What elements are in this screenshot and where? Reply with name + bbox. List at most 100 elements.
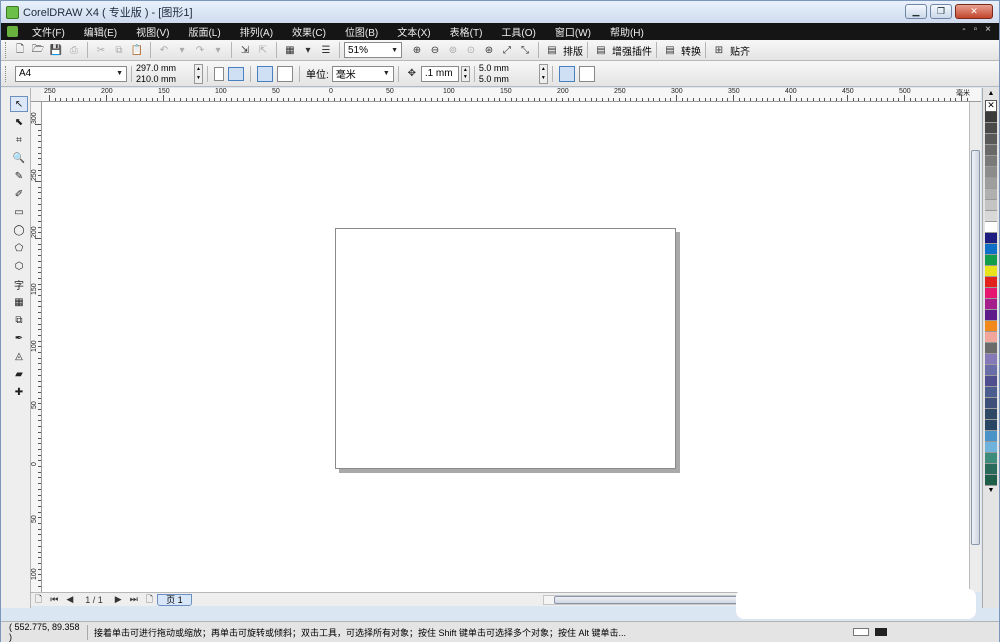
new-file-icon[interactable]: 🗋 [12, 42, 28, 58]
first-page-icon[interactable]: ⏮ [50, 594, 58, 605]
convert-plugin-label[interactable]: 转换 [681, 43, 701, 58]
color-swatch[interactable] [985, 332, 997, 343]
color-swatch[interactable] [985, 211, 997, 222]
ellipse-icon[interactable]: ◯ [10, 222, 28, 238]
import-icon[interactable]: ⇲ [237, 42, 253, 58]
duplicate-y-field[interactable]: 5.0 mm [479, 74, 509, 85]
print-icon[interactable]: ⎙ [66, 42, 82, 58]
close-button[interactable]: ✕ [955, 4, 993, 19]
color-swatch[interactable] [985, 420, 997, 431]
vertical-ruler[interactable]: 300 250 200 150 100 50 0 50 100 [31, 102, 42, 592]
outline-icon[interactable]: ◬ [10, 348, 28, 364]
palette-scroll-down-icon[interactable]: ▼ [983, 486, 999, 496]
color-swatch[interactable] [985, 156, 997, 167]
color-swatch[interactable] [985, 299, 997, 310]
interactive-fill-icon[interactable]: ✚ [10, 384, 28, 400]
enhance-plugin-label[interactable]: 增强插件 [612, 43, 652, 58]
enhance-plugin-icon[interactable]: ▤ [593, 42, 609, 58]
color-swatch[interactable] [985, 112, 997, 123]
smart-fill-icon[interactable]: ✐ [10, 186, 28, 202]
basic-shapes-icon[interactable]: ⬡ [10, 258, 28, 274]
snap-plugin-icon[interactable]: ⊞ [711, 42, 727, 58]
color-swatch[interactable] [985, 277, 997, 288]
color-swatch[interactable] [985, 178, 997, 189]
minimize-button[interactable]: ▁ [905, 4, 927, 19]
copy-icon[interactable]: ⧉ [111, 42, 127, 58]
color-swatch[interactable] [985, 343, 997, 354]
color-swatch[interactable] [985, 222, 997, 233]
color-swatch[interactable] [985, 167, 997, 178]
next-page-icon[interactable]: ▶ [115, 594, 122, 605]
color-swatch[interactable] [985, 321, 997, 332]
blend-icon[interactable]: ⧉ [10, 312, 28, 328]
undo-icon[interactable]: ↶ [156, 42, 172, 58]
crop-icon[interactable]: ⌗ [10, 132, 28, 148]
add-page-icon[interactable]: 🗋 [35, 592, 42, 608]
zoom-all-icon[interactable]: ⊙ [463, 42, 479, 58]
color-swatch[interactable] [985, 354, 997, 365]
color-swatch[interactable] [985, 189, 997, 200]
menu-effects[interactable]: 效果(C) [286, 24, 332, 39]
paste-icon[interactable]: 📋 [129, 42, 145, 58]
redo-dropdown-icon[interactable]: ▾ [210, 42, 226, 58]
menu-table[interactable]: 表格(T) [444, 24, 489, 39]
add-page-after-icon[interactable]: 🗋 [146, 592, 153, 608]
zoom-level-combo[interactable]: 51% ▼ [344, 42, 402, 58]
duplicate-x-field[interactable]: 5.0 mm [479, 63, 509, 74]
color-swatch[interactable] [985, 431, 997, 442]
doc-restore-button[interactable]: ▫ [974, 24, 978, 35]
palette-scroll-up-icon[interactable]: ▲ [983, 88, 999, 100]
polygon-icon[interactable]: ⬠ [10, 240, 28, 256]
menu-tools[interactable]: 工具(O) [495, 24, 541, 39]
save-icon[interactable]: 💾 [48, 42, 64, 58]
color-swatch[interactable] [985, 255, 997, 266]
dimension-spinner[interactable]: ▲ ▼ [194, 63, 204, 84]
shape-icon[interactable]: ⬉ [10, 114, 28, 130]
landscape-button[interactable] [228, 66, 245, 81]
fill-indicator[interactable] [875, 628, 887, 636]
text-icon[interactable]: 字 [10, 276, 28, 292]
menu-text[interactable]: 文本(X) [391, 24, 436, 39]
menu-layout[interactable]: 版面(L) [182, 24, 226, 39]
open-folder-icon[interactable]: 🗁 [30, 42, 46, 58]
freehand-icon[interactable]: ✎ [10, 168, 28, 184]
doc-close-button[interactable]: × [985, 24, 991, 35]
fill-icon[interactable]: ▰ [10, 366, 28, 382]
zoom-in-icon[interactable]: ⊕ [409, 42, 425, 58]
menu-arrange[interactable]: 排列(A) [234, 24, 279, 39]
layout-plugin-icon[interactable]: ▤ [544, 42, 560, 58]
document-page[interactable] [335, 228, 676, 469]
launcher-dropdown-icon[interactable]: ▾ [300, 42, 316, 58]
paper-size-combo[interactable]: A4 ▼ [15, 65, 127, 82]
color-swatch[interactable] [985, 442, 997, 453]
restore-button[interactable]: ❐ [930, 4, 952, 19]
units-toggle-button[interactable] [558, 65, 575, 82]
outline-indicator[interactable] [853, 628, 869, 636]
color-swatch[interactable] [985, 464, 997, 475]
redo-icon[interactable]: ↷ [192, 42, 208, 58]
last-page-icon[interactable]: ⏭ [130, 594, 138, 605]
zoom-out-icon[interactable]: ⊖ [427, 42, 443, 58]
application-launcher-icon[interactable]: ▦ [282, 42, 298, 58]
color-swatch[interactable] [985, 387, 997, 398]
color-swatch[interactable] [985, 365, 997, 376]
layout-plugin-label[interactable]: 排版 [563, 43, 583, 58]
nudge-spinner[interactable]: ▲ ▼ [460, 65, 470, 82]
color-swatch[interactable] [985, 288, 997, 299]
welcome-screen-icon[interactable]: ☰ [318, 42, 334, 58]
color-swatch[interactable] [985, 376, 997, 387]
page-width-field[interactable]: 297.0 mm [136, 63, 176, 74]
color-swatch[interactable] [985, 453, 997, 464]
eyedropper-icon[interactable]: ✒ [10, 330, 28, 346]
current-page-button[interactable] [277, 65, 294, 82]
color-swatch[interactable] [985, 134, 997, 145]
zoom-icon[interactable]: 🔍 [10, 150, 28, 166]
color-swatch[interactable] [985, 409, 997, 420]
pick-icon[interactable]: ↖ [10, 96, 28, 112]
all-pages-button[interactable] [257, 65, 274, 82]
color-swatch[interactable] [985, 200, 997, 211]
page-height-field[interactable]: 210.0 mm [136, 74, 176, 85]
menu-view[interactable]: 视图(V) [130, 24, 175, 39]
zoom-width-icon[interactable]: ⤢ [499, 42, 515, 58]
convert-plugin-icon[interactable]: ▤ [662, 42, 678, 58]
